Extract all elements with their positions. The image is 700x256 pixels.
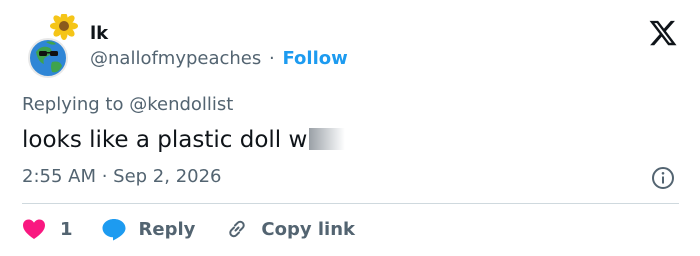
link-icon bbox=[229, 220, 246, 238]
action-bar: 1 Reply Copy link bbox=[22, 214, 355, 244]
like-button[interactable]: 1 bbox=[22, 218, 73, 240]
reply-button[interactable]: Reply bbox=[101, 217, 196, 241]
display-name[interactable]: lk bbox=[90, 22, 108, 46]
author-handle[interactable]: @nallofmypeaches bbox=[90, 48, 261, 69]
censor-blur bbox=[309, 128, 346, 150]
reply-bubble-icon bbox=[102, 219, 126, 241]
replying-to-line: Replying to @kendollist bbox=[22, 93, 233, 117]
heart-icon bbox=[23, 219, 45, 239]
follow-button[interactable]: Follow bbox=[282, 48, 347, 69]
tweet-timestamp[interactable]: 2:55 AM · Sep 2, 2026 bbox=[22, 165, 222, 189]
x-logo-icon[interactable] bbox=[648, 18, 678, 48]
tweet-text: looks like a plastic doll w bbox=[22, 124, 346, 156]
earth-sunflower-avatar-icon bbox=[28, 12, 78, 78]
like-count: 1 bbox=[60, 218, 73, 240]
replying-to-label: Replying to bbox=[22, 94, 124, 115]
avatar[interactable] bbox=[24, 12, 84, 78]
copy-link-label: Copy link bbox=[261, 218, 355, 240]
tweet-text-content: looks like a plastic doll w bbox=[22, 127, 308, 153]
copy-link-button[interactable]: Copy link bbox=[225, 217, 355, 241]
divider bbox=[22, 203, 679, 204]
author-handle-line: @nallofmypeaches · Follow bbox=[90, 47, 348, 71]
reply-target-handle[interactable]: @kendollist bbox=[129, 94, 233, 115]
reply-label: Reply bbox=[138, 218, 196, 240]
info-icon[interactable] bbox=[651, 166, 675, 190]
tweet-embed-card: lk @nallofmypeaches · Follow Replying to… bbox=[0, 0, 700, 256]
separator-dot: · bbox=[269, 48, 275, 69]
